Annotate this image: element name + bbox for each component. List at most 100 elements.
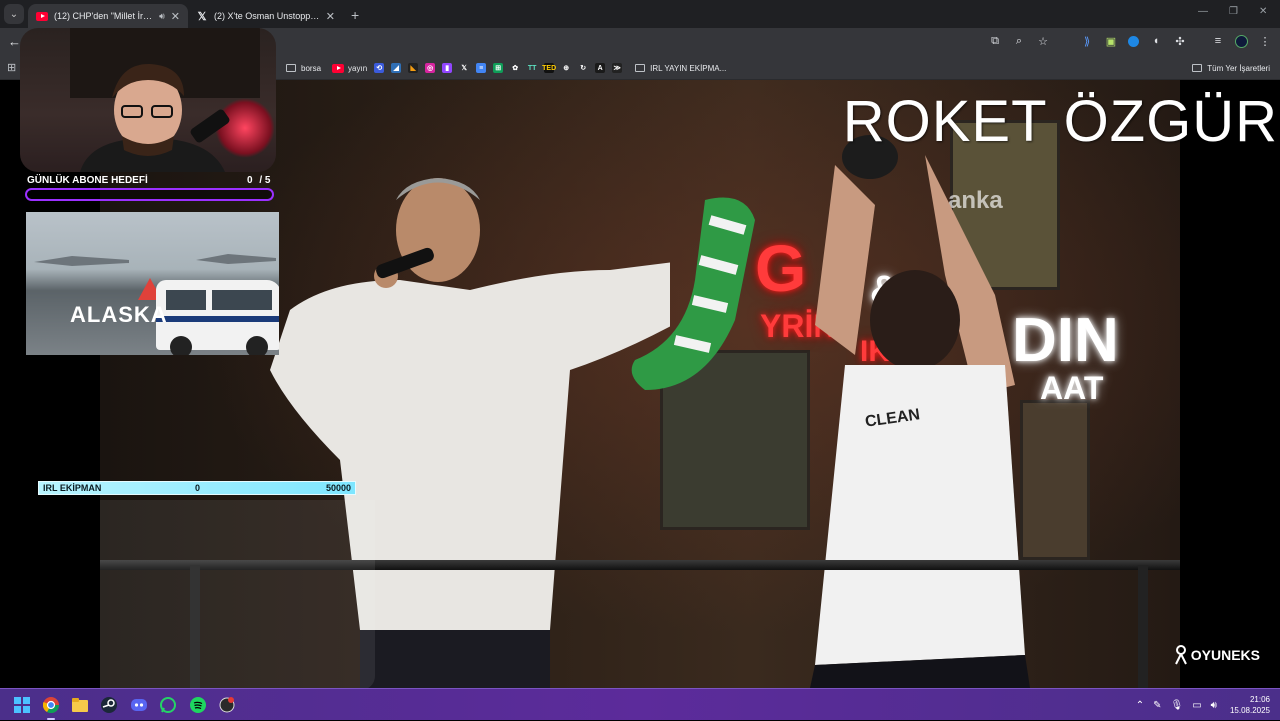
taskbar-whatsapp[interactable] xyxy=(158,695,178,715)
bookmark-icon-instagram[interactable]: ◎ xyxy=(425,63,436,73)
bookmark-icon-twitch[interactable]: ▮ xyxy=(442,63,453,73)
bookmark-label: borsa xyxy=(301,63,322,73)
bookmark-icon-refresh[interactable]: ↻ xyxy=(578,63,588,73)
close-window-icon[interactable]: ✕ xyxy=(1259,6,1267,17)
bookmark-icon-tedx[interactable]: TED xyxy=(542,63,556,73)
stream-title-overlay: ROKET ÖZGÜR xyxy=(842,89,1278,154)
windows-taskbar: ⌃ ✎ 🎙︎ ▭ 🔊︎ 21:06 15.08.2025 xyxy=(0,688,1280,720)
zoom-icon[interactable]: ⌕ xyxy=(1012,34,1026,48)
clock-time: 21:06 xyxy=(1249,695,1270,704)
bookmark-icon-a[interactable]: A xyxy=(595,63,606,73)
bookmark-icon-sheets[interactable]: ⊞ xyxy=(493,63,504,73)
media-volume-icon[interactable]: ◖ xyxy=(1149,34,1163,48)
folder-icon xyxy=(635,64,646,72)
menu-kebab-icon[interactable]: ⋮ xyxy=(1258,34,1272,48)
irl-goal-current: 0 xyxy=(195,483,201,493)
webcam-overlay xyxy=(20,28,276,172)
taskbar-chrome[interactable] xyxy=(41,695,61,720)
folder-icon xyxy=(286,64,296,72)
pip-video: ALASKA xyxy=(26,212,279,355)
irl-goal-target: 50000 xyxy=(325,483,351,493)
profile-avatar[interactable] xyxy=(1235,34,1248,48)
bookmark-icon-tradingview[interactable]: ◣ xyxy=(408,63,419,73)
bookmark-icon-x[interactable]: 𝕏 xyxy=(459,63,469,73)
sponsor-text: OYUNEKS xyxy=(1190,647,1260,663)
bookmark-icon-docs[interactable]: ≡ xyxy=(476,63,487,73)
bookmark-label: IRL YAYIN EKİPMA... xyxy=(650,63,727,73)
bookmark-icon-sync[interactable]: ⟲ xyxy=(374,63,385,73)
network-icon[interactable]: ▭ xyxy=(1192,700,1201,711)
bookmark-folder-borsa[interactable]: borsa xyxy=(286,64,321,73)
minimize-icon[interactable]: — xyxy=(1198,6,1208,17)
pen-icon[interactable]: ✎ xyxy=(1153,700,1161,711)
tab-search-button[interactable]: ⌄ xyxy=(4,4,24,24)
app-icon xyxy=(219,697,235,713)
bookmark-icon-chart[interactable]: ◢ xyxy=(391,63,402,73)
chevron-up-icon[interactable]: ⌃ xyxy=(1136,700,1144,711)
extensions-puzzle-icon[interactable]: ✣ xyxy=(1173,34,1187,48)
police-car xyxy=(156,280,279,355)
volume-icon[interactable]: 🔊︎ xyxy=(1211,700,1217,711)
discord-icon xyxy=(131,699,147,711)
sub-goal-current: 0 xyxy=(247,175,253,186)
media-queue-icon[interactable]: ≡ xyxy=(1211,34,1225,48)
toolbar-actions: ⧉ ⌕ ☆ ⟫ ▣ ◖ ✣ ≡ ⋮ xyxy=(988,34,1272,48)
close-tab-icon[interactable]: ✕ xyxy=(171,10,180,23)
extension-icon[interactable]: ⟫ xyxy=(1080,34,1094,48)
extension-icon[interactable]: ▣ xyxy=(1104,34,1118,48)
bookmark-icon-tt[interactable]: TT xyxy=(527,63,537,73)
taskbar-steam[interactable] xyxy=(99,695,119,715)
youtube-icon xyxy=(36,11,48,21)
spotify-icon xyxy=(190,697,206,713)
sponsor-logo: OYUNEKS xyxy=(1174,645,1260,665)
oyuneks-logo-icon xyxy=(1174,645,1187,665)
sub-goal-progress-bar xyxy=(25,188,274,201)
chrome-icon xyxy=(43,697,59,713)
speaker-icon[interactable]: 🔊︎ xyxy=(159,11,165,22)
system-tray: ⌃ ✎ 🎙︎ ▭ 🔊︎ 21:06 15.08.2025 xyxy=(1136,689,1280,721)
tab-strip: ⌄ (12) CHP'den "Millet İrades 🔊︎ ✕ 𝕏 (2)… xyxy=(0,0,1280,28)
photographer-person xyxy=(810,135,1030,688)
windows-icon xyxy=(14,697,30,713)
taskbar-discord[interactable] xyxy=(129,695,149,715)
sub-goal-count: 0 / 5 xyxy=(247,175,270,186)
maximize-icon[interactable]: ❐ xyxy=(1229,6,1238,17)
new-tab-button[interactable]: + xyxy=(351,7,359,23)
bookmark-icon-chevrons[interactable]: ≫ xyxy=(612,63,623,73)
railing-post xyxy=(1138,565,1148,688)
all-bookmarks[interactable]: Tüm Yer İşaretleri xyxy=(1192,56,1270,80)
folder-icon xyxy=(1192,64,1203,72)
taskbar-spotify[interactable] xyxy=(188,695,208,715)
cast-icon[interactable]: ⧉ xyxy=(988,34,1002,48)
close-tab-icon[interactable]: ✕ xyxy=(326,10,335,23)
folder-icon xyxy=(72,698,88,712)
taskbar-clock[interactable]: 21:06 15.08.2025 xyxy=(1230,694,1270,716)
overlay-ghost xyxy=(100,500,375,688)
youtube-icon xyxy=(332,63,345,73)
pip-caption: ALASKA xyxy=(70,302,168,327)
apps-grid-icon[interactable]: ⊞ xyxy=(7,61,16,74)
start-button[interactable] xyxy=(12,695,32,715)
green-scarf xyxy=(631,197,755,390)
taskbar-file-explorer[interactable] xyxy=(70,695,90,715)
taskbar-app-red[interactable] xyxy=(217,695,237,715)
jet-shape xyxy=(34,256,129,266)
x-icon: 𝕏 xyxy=(197,10,207,23)
bookmark-label: yayın xyxy=(348,63,368,73)
steam-icon xyxy=(101,697,117,713)
bookmark-yayin[interactable]: yayın xyxy=(332,63,368,73)
clock-date: 15.08.2025 xyxy=(1229,706,1270,715)
microphone-icon[interactable]: 🎙︎ xyxy=(1170,700,1183,711)
tab-youtube[interactable]: (12) CHP'den "Millet İrades 🔊︎ ✕ xyxy=(28,4,188,28)
bookmark-icon-openai[interactable]: ✿ xyxy=(510,63,520,73)
streamer-face xyxy=(80,63,230,172)
tab-title: (12) CHP'den "Millet İrades xyxy=(54,11,156,21)
sub-goal-label: GÜNLÜK ABONE HEDEFİ xyxy=(27,175,148,186)
sub-goal-target: / 5 xyxy=(259,175,271,186)
tab-title: (2) X'te Osman Unstoppable: "J xyxy=(214,11,320,21)
bookmark-star-icon[interactable]: ☆ xyxy=(1036,34,1050,48)
bookmark-icon-globe[interactable]: ⊕ xyxy=(561,63,571,73)
extension-icon[interactable] xyxy=(1128,35,1139,47)
tab-x[interactable]: 𝕏 (2) X'te Osman Unstoppable: "J ✕ xyxy=(188,4,343,28)
bookmark-folder-irl[interactable]: IRL YAYIN EKİPMA... xyxy=(635,64,726,73)
